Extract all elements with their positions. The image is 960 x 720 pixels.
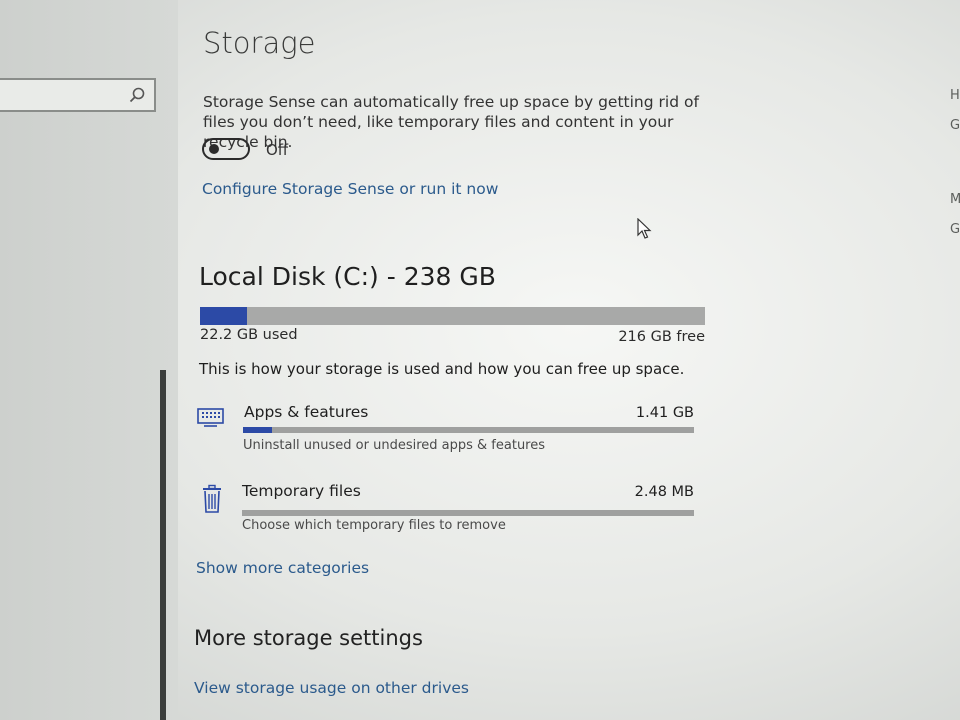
category-size: 1.41 GB bbox=[635, 405, 694, 421]
edge-letter: G bbox=[950, 222, 960, 237]
toggle-knob bbox=[209, 144, 219, 154]
trash-icon bbox=[203, 484, 221, 513]
category-usage-fill bbox=[243, 427, 273, 433]
category-name: Apps & features bbox=[244, 403, 369, 421]
category-temporary-files[interactable]: Temporary files 2.48 MB Choose which tem… bbox=[196, 482, 696, 534]
pane-divider bbox=[160, 370, 166, 720]
storage-intro-text: This is how your storage is used and how… bbox=[199, 360, 685, 378]
toggle-state-label: Off bbox=[266, 141, 289, 159]
disk-free-label: 216 GB free bbox=[618, 329, 705, 345]
disk-usage-bar bbox=[200, 307, 705, 325]
edge-letter: M bbox=[950, 192, 960, 207]
category-size: 2.48 MB bbox=[634, 484, 694, 500]
search-icon[interactable] bbox=[128, 86, 146, 104]
page-title: Storage bbox=[203, 26, 316, 60]
search-input[interactable] bbox=[0, 78, 156, 112]
more-storage-settings-heading: More storage settings bbox=[194, 626, 423, 650]
category-subtitle: Uninstall unused or undesired apps & fea… bbox=[243, 438, 546, 453]
view-other-drives-link[interactable]: View storage usage on other drives bbox=[194, 679, 469, 697]
show-more-categories-link[interactable]: Show more categories bbox=[196, 559, 369, 577]
storage-sense-toggle[interactable] bbox=[202, 138, 250, 160]
disk-title: Local Disk (C:) - 238 GB bbox=[199, 262, 496, 291]
edge-letter: H bbox=[950, 88, 960, 103]
category-subtitle: Choose which temporary files to remove bbox=[242, 518, 506, 533]
configure-storage-sense-link[interactable]: Configure Storage Sense or run it now bbox=[202, 180, 498, 198]
disk-usage-fill bbox=[200, 307, 247, 325]
mouse-cursor-icon bbox=[637, 218, 652, 239]
disk-used-label: 22.2 GB used bbox=[200, 327, 298, 343]
apps-features-icon bbox=[197, 408, 224, 427]
edge-letter: G bbox=[950, 118, 960, 133]
category-apps-features[interactable]: Apps & features 1.41 GB Uninstall unused… bbox=[196, 403, 696, 455]
category-usage-bar bbox=[243, 427, 694, 433]
category-name: Temporary files bbox=[242, 482, 361, 500]
category-usage-bar bbox=[242, 510, 694, 516]
left-navigation-pane bbox=[0, 0, 178, 720]
